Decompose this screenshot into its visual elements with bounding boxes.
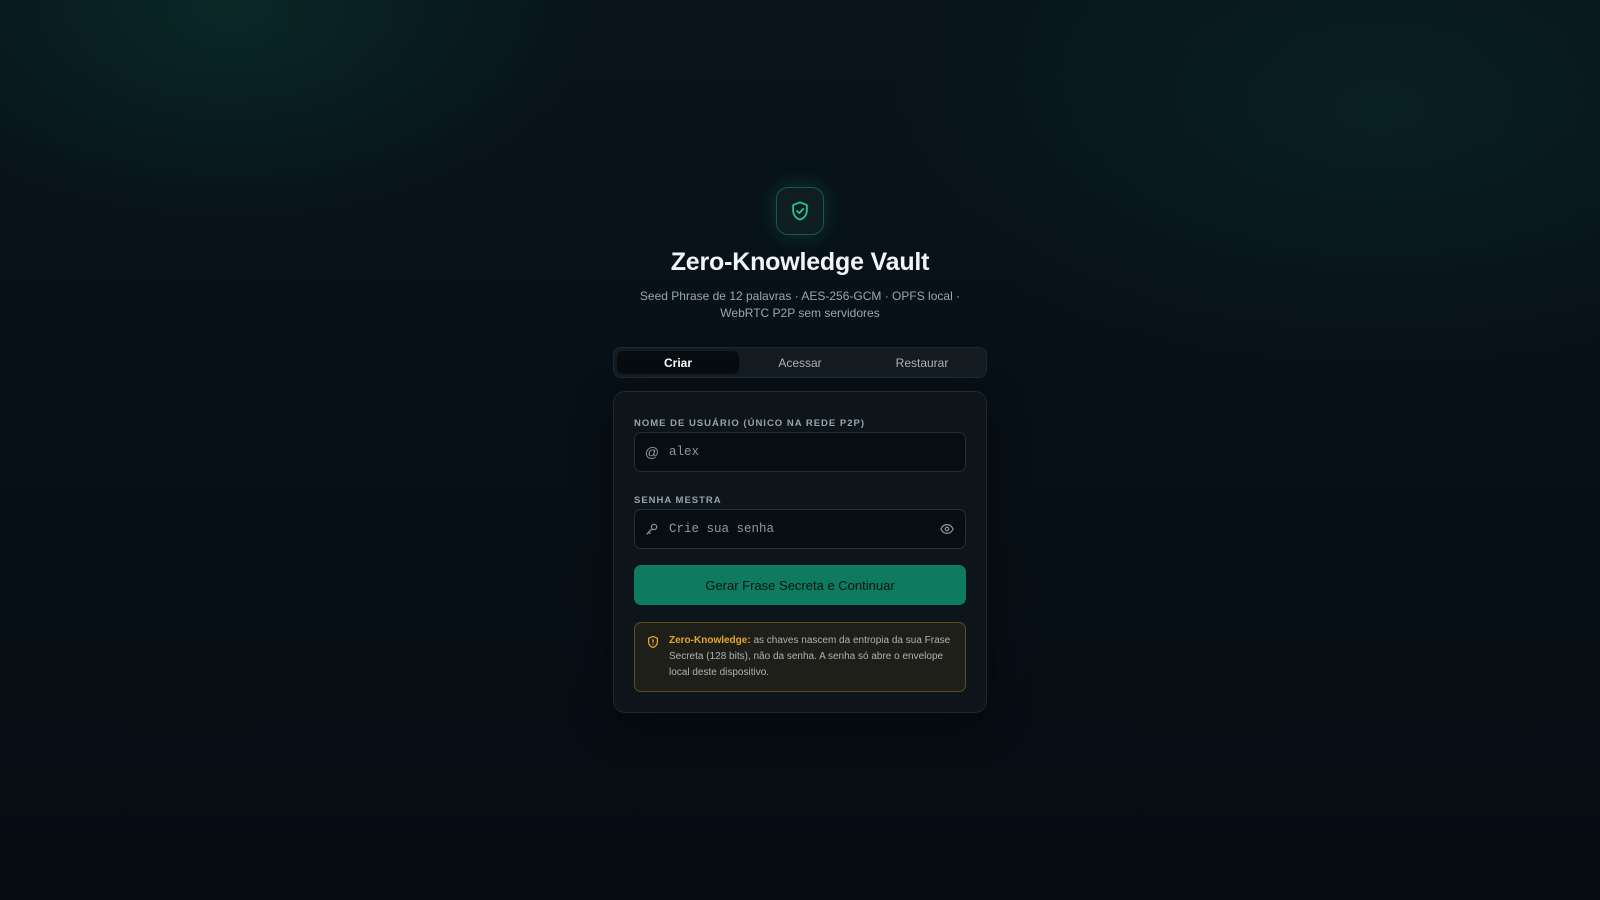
password-label: Senha mestra [634,495,722,506]
create-vault-card: Nome de usuário (único na rede P2P) @ Se… [613,391,987,713]
tab-restaurar[interactable]: Restaurar [861,351,983,374]
login-screen: Zero-Knowledge Vault Seed Phrase de 12 p… [0,0,1600,900]
shield-check-icon [792,201,808,221]
zero-knowledge-notice: Zero-Knowledge: as chaves nascem da entr… [634,622,966,692]
generate-seed-button[interactable]: Gerar Frase Secreta e Continuar [634,565,966,605]
key-icon [635,509,669,549]
username-input[interactable] [669,433,965,471]
shield-alert-icon [647,635,659,649]
username-label: Nome de usuário (único na rede P2P) [634,418,865,429]
tab-criar[interactable]: Criar [617,351,739,374]
page-title: Zero-Knowledge Vault [670,248,930,276]
tab-acessar[interactable]: Acessar [739,351,861,374]
eye-icon[interactable] [929,509,965,549]
password-input[interactable] [669,510,929,548]
page-subtitle: Seed Phrase de 12 palavras · AES-256-GCM… [639,289,961,320]
notice-strong: Zero-Knowledge: [669,635,751,646]
mode-tabs: Criar Acessar Restaurar [613,347,987,378]
app-logo [776,187,824,235]
at-icon: @ [644,444,660,460]
username-field: @ [634,432,966,472]
password-field [634,509,966,549]
